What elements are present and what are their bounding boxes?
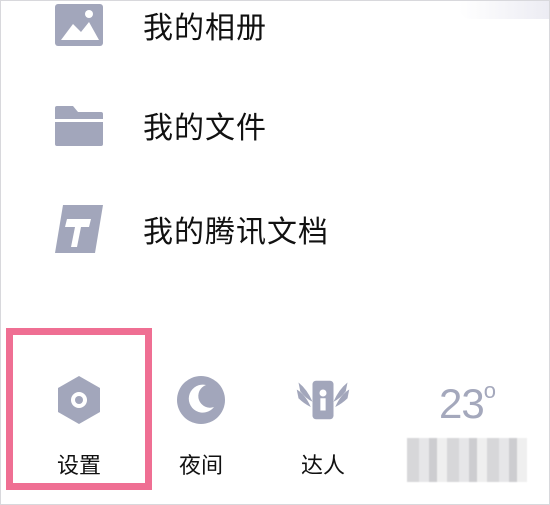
night-mode-label: 夜间 — [178, 454, 223, 479]
moon-icon — [173, 372, 229, 428]
settings-button[interactable]: 设置 — [24, 372, 134, 482]
blurred-weather-label — [407, 438, 527, 482]
settings-hexagon-icon — [51, 372, 107, 428]
night-mode-button[interactable]: 夜间 — [146, 372, 256, 482]
tencent-docs-icon — [49, 203, 109, 255]
weather-widget[interactable]: 23o — [407, 378, 527, 482]
temperature: 23o — [439, 378, 496, 428]
settings-label: 设置 — [56, 454, 101, 479]
menu-label-files: 我的文件 — [143, 111, 267, 146]
temperature-value: 23 — [439, 380, 485, 427]
menu-label-tencent-docs: 我的腾讯文档 — [143, 215, 329, 250]
menu-item-tencent-docs[interactable]: 我的腾讯文档 — [49, 197, 469, 261]
album-icon — [49, 0, 109, 51]
menu-item-album[interactable]: 我的相册 — [49, 0, 469, 57]
expert-label: 达人 — [300, 454, 345, 479]
menu-item-files[interactable]: 我的文件 — [49, 93, 469, 157]
winged-badge-icon — [295, 372, 351, 428]
folder-icon — [49, 99, 109, 151]
top-corner-shade — [459, 1, 549, 19]
menu-label-album: 我的相册 — [143, 11, 267, 46]
expert-button[interactable]: 达人 — [268, 372, 378, 482]
degree-symbol: o — [483, 378, 496, 403]
